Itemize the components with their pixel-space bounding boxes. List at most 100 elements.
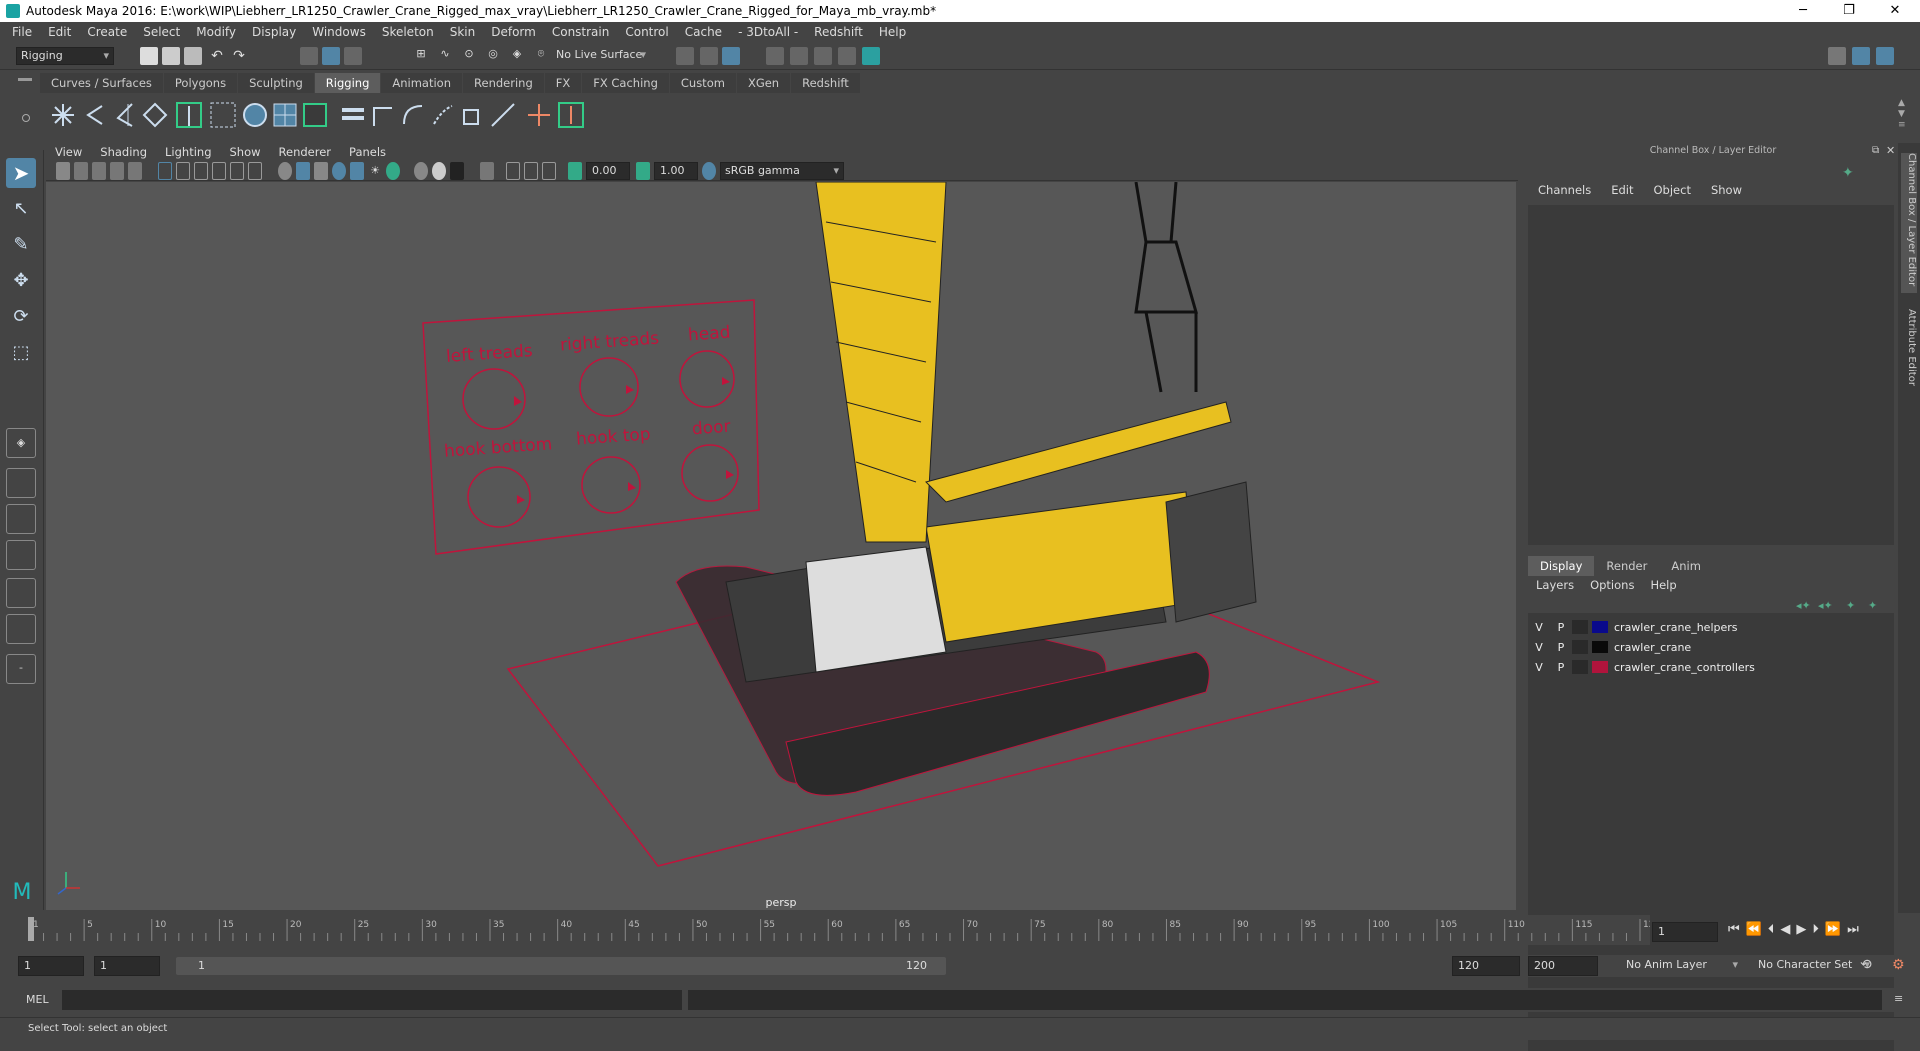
scale-constraint-icon[interactable]: [458, 100, 488, 130]
shelf-tab-xgen[interactable]: XGen: [736, 73, 791, 93]
layer-playback-toggle[interactable]: P: [1550, 641, 1572, 654]
persp-graph-layout-icon[interactable]: [6, 540, 36, 570]
close-button[interactable]: ✕: [1872, 0, 1918, 22]
parent-constraint-icon[interactable]: [368, 100, 398, 130]
custom-layout-icon[interactable]: -: [6, 654, 36, 684]
wrap-deformer-icon[interactable]: [300, 100, 330, 130]
menu-create[interactable]: Create: [79, 25, 135, 39]
menu-file[interactable]: File: [4, 25, 40, 39]
shelf-tab-animation[interactable]: Animation: [381, 73, 463, 93]
render-settings-icon[interactable]: [838, 47, 856, 65]
shelf-tab-curves-surfaces[interactable]: Curves / Surfaces: [40, 73, 163, 93]
menu-modify[interactable]: Modify: [188, 25, 244, 39]
hypershade-icon[interactable]: [862, 47, 880, 65]
new-scene-icon[interactable]: [140, 47, 158, 65]
cb-menu-channels[interactable]: Channels: [1528, 183, 1601, 201]
viewport-menu-show[interactable]: Show: [221, 145, 270, 159]
playback-start-field[interactable]: 1: [94, 956, 160, 976]
select-object-icon[interactable]: [322, 47, 340, 65]
xray-active-icon[interactable]: [524, 162, 538, 180]
gamma-field[interactable]: 1.00: [654, 162, 698, 180]
menu-3dtoall[interactable]: - 3DtoAll -: [730, 25, 806, 39]
anim-layer-dropdown[interactable]: No Anim Layer: [1622, 957, 1742, 975]
motion-blur-icon[interactable]: [432, 162, 446, 180]
play-backward-icon[interactable]: ◀: [1780, 922, 1796, 937]
cb-menu-edit[interactable]: Edit: [1601, 183, 1643, 201]
menu-set-dropdown[interactable]: Rigging: [16, 47, 114, 65]
float-panel-icon[interactable]: ⧉: [1872, 145, 1879, 156]
xray-joints-icon[interactable]: [506, 162, 520, 180]
menu-control[interactable]: Control: [617, 25, 676, 39]
step-forward-frame-icon[interactable]: ⏵: [1812, 922, 1825, 937]
camera-icon[interactable]: [56, 162, 70, 180]
smooth-shade-icon[interactable]: [296, 162, 310, 180]
command-input[interactable]: [62, 990, 682, 1010]
shelf-tab-rigging[interactable]: Rigging: [314, 73, 381, 93]
snap-curve-icon[interactable]: ∿: [436, 47, 454, 65]
aim-constraint-icon[interactable]: [488, 100, 518, 130]
shelf-tab-fx[interactable]: FX: [544, 73, 582, 93]
single-perspective-layout-icon[interactable]: ◈: [6, 428, 36, 458]
script-editor-icon[interactable]: ≡: [1894, 992, 1903, 1005]
cluster-icon[interactable]: [338, 100, 368, 130]
step-back-key-icon[interactable]: ⏪: [1746, 922, 1768, 937]
color-management-icon[interactable]: [702, 162, 716, 180]
playback-end-field[interactable]: 120: [1452, 956, 1520, 976]
wireframe-on-shaded-icon[interactable]: [332, 162, 346, 180]
lattice-icon[interactable]: [270, 100, 300, 130]
layer-visibility-toggle[interactable]: V: [1528, 661, 1550, 674]
show-hide-icon[interactable]: [722, 47, 740, 65]
layer-type-box[interactable]: [1572, 640, 1588, 654]
workspace-icon[interactable]: [1828, 47, 1846, 65]
character-set-dropdown[interactable]: No Character Set: [1754, 957, 1874, 975]
scale-tool-icon[interactable]: ⬚: [6, 338, 36, 368]
set-driven-key-icon[interactable]: [556, 100, 586, 130]
layer-row[interactable]: V P crawler_crane_controllers: [1528, 657, 1894, 677]
gamma-icon[interactable]: [636, 162, 650, 180]
shelf-tab-redshift[interactable]: Redshift: [791, 73, 860, 93]
shelf-tab-rendering[interactable]: Rendering: [463, 73, 544, 93]
layer-type-box[interactable]: [1572, 620, 1588, 634]
time-slider[interactable]: 1 5 10 15 20 25 30 35 40 45 50 55 60 65 70 75 80 85 90 95 10…: [20, 915, 1660, 945]
menu-constrain[interactable]: Constrain: [544, 25, 618, 39]
viewport-menu-panels[interactable]: Panels: [340, 145, 395, 159]
menu-cache[interactable]: Cache: [677, 25, 730, 39]
default-material-icon[interactable]: [314, 162, 328, 180]
humanik-icon[interactable]: [174, 100, 204, 130]
move-layer-up-icon[interactable]: ◂✦: [1796, 599, 1811, 612]
ik-handle-icon[interactable]: [80, 100, 110, 130]
snap-point-icon[interactable]: ⊙: [460, 47, 478, 65]
redo-icon[interactable]: ↷: [230, 47, 248, 65]
open-scene-icon[interactable]: [162, 47, 180, 65]
resolution-gate-icon[interactable]: [194, 162, 208, 180]
animation-end-field[interactable]: 200: [1528, 956, 1598, 976]
layer-visibility-toggle[interactable]: V: [1528, 621, 1550, 634]
viewport-menu-shading[interactable]: Shading: [91, 145, 156, 159]
command-language-label[interactable]: MEL: [26, 993, 49, 1006]
select-hierarchy-icon[interactable]: [300, 47, 318, 65]
toggle-channel-box-icon[interactable]: [1852, 47, 1870, 65]
ik-spline-icon[interactable]: [110, 100, 140, 130]
film-gate-icon[interactable]: [176, 162, 190, 180]
layer-menu-options[interactable]: Options: [1582, 578, 1642, 592]
input-ops-icon[interactable]: [700, 47, 718, 65]
layer-tab-display[interactable]: Display: [1528, 556, 1595, 576]
layer-playback-toggle[interactable]: P: [1550, 661, 1572, 674]
camera-attributes-icon[interactable]: [74, 162, 88, 180]
layer-type-box[interactable]: [1572, 660, 1588, 674]
select-tool-icon[interactable]: ➤: [6, 158, 36, 188]
select-component-icon[interactable]: [344, 47, 362, 65]
step-forward-key-icon[interactable]: ⏩: [1825, 922, 1847, 937]
viewport-menu-view[interactable]: View: [46, 145, 91, 159]
layer-visibility-toggle[interactable]: V: [1528, 641, 1550, 654]
menu-display[interactable]: Display: [244, 25, 304, 39]
channel-list-panel[interactable]: [1528, 205, 1894, 545]
create-joints-icon[interactable]: [48, 100, 78, 130]
ipr-render-icon[interactable]: [814, 47, 832, 65]
layer-color-swatch[interactable]: [1592, 661, 1608, 673]
current-frame-field[interactable]: 1: [1652, 922, 1718, 942]
toggle-attribute-editor-icon[interactable]: [1876, 47, 1894, 65]
viewport-menu-renderer[interactable]: Renderer: [270, 145, 341, 159]
viewport-menu-lighting[interactable]: Lighting: [156, 145, 220, 159]
lasso-tool-icon[interactable]: ↖: [6, 194, 36, 224]
